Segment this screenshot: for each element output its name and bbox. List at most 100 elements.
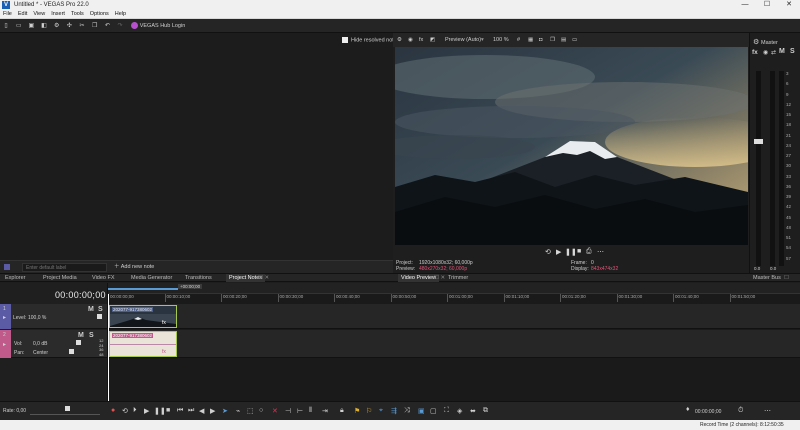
close-button[interactable]: ✕	[778, 0, 800, 10]
next-frame-icon[interactable]: ▶	[210, 407, 215, 415]
render-icon[interactable]: ◧	[40, 22, 48, 30]
master-automation-icon[interactable]: ◉	[763, 49, 768, 56]
tab-explorer[interactable]: Explorer	[5, 274, 25, 282]
selection-tool-icon[interactable]: ⬚	[247, 407, 254, 415]
timeline[interactable]: +00:00;00 00:00:00;00 00:00:10;00 00:00:20…	[108, 283, 800, 401]
snapshot-icon[interactable]: ◘	[539, 36, 542, 44]
group-icon[interactable]: ▣	[418, 407, 425, 415]
undo-icon[interactable]: ↶	[103, 22, 111, 30]
crossfade-icon[interactable]: ⤨	[404, 407, 410, 415]
close-preview-tab-icon[interactable]: ☐ ✕	[434, 274, 445, 282]
audio-track-expand-icon[interactable]: ▸	[3, 341, 6, 348]
vegas-hub-icon[interactable]	[130, 22, 138, 29]
new-project-icon[interactable]: ▯	[2, 22, 10, 30]
tab-media-generator[interactable]: Media Generator	[131, 274, 172, 282]
copy-icon[interactable]: ❐	[91, 22, 99, 30]
previous-frame-icon[interactable]: ◀	[199, 407, 204, 415]
audio-clip-fx-icon[interactable]: fx	[162, 349, 166, 355]
play-icon[interactable]: ▶	[144, 407, 149, 415]
zoom-dropdown[interactable]: 100 %	[493, 36, 509, 44]
clip-fx-icon[interactable]: fx	[162, 320, 166, 326]
pause-icon[interactable]: ❚❚	[565, 248, 577, 256]
audio-vol-slider-handle[interactable]	[76, 340, 81, 345]
preview-copy-icon[interactable]: ◉	[408, 36, 413, 44]
rate-slider-handle[interactable]	[65, 406, 70, 411]
preview-device-icon[interactable]: ⎙	[586, 248, 592, 256]
adjust-size-icon[interactable]: ▤	[561, 36, 566, 44]
tab-video-preview[interactable]: Video Preview	[398, 274, 440, 282]
time-display-icon[interactable]: ⏱	[738, 407, 743, 415]
menu-edit[interactable]: Edit	[15, 10, 30, 19]
audio-track-header[interactable]: 2 ▸ Vol: 0,0 dB Pan: Center M S 12 24 36 48	[0, 330, 107, 358]
audio-solo-button[interactable]: S	[89, 332, 94, 339]
master-settings-gear-icon[interactable]: ⚙	[753, 38, 759, 46]
stop-icon[interactable]: ■	[166, 407, 170, 414]
close-master-tab-icon[interactable]: ☐	[784, 274, 789, 282]
video-track-lane[interactable]: 202077-917380602 fx	[108, 304, 800, 329]
go-to-end-icon[interactable]: ⏭	[188, 407, 194, 415]
auto-ripple-icon[interactable]: ⇶	[391, 407, 397, 415]
video-clip[interactable]: 202077-917380602 fx	[109, 305, 177, 328]
tab-video-fx[interactable]: Video FX	[92, 274, 115, 282]
playhead-cursor[interactable]	[108, 294, 109, 401]
master-fx-button[interactable]: fx	[752, 49, 758, 56]
cut-icon[interactable]: ✂	[78, 22, 86, 30]
video-track-header[interactable]: 1 ▸ Level: 100,0 % M S	[0, 304, 107, 329]
go-to-start-icon[interactable]: ⏮	[177, 407, 183, 415]
audio-mute-button[interactable]: M	[78, 332, 84, 339]
default-label-input[interactable]	[22, 263, 107, 272]
time-ruler[interactable]: 00:00:00;00 00:00:10;00 00:00:20;00 00:00:3…	[108, 283, 800, 304]
properties-gear-icon[interactable]: ⚙	[53, 22, 61, 30]
video-track-expand-icon[interactable]: ▸	[3, 314, 6, 321]
tab-transitions[interactable]: Transitions	[185, 274, 212, 282]
menu-help[interactable]: Help	[112, 10, 129, 19]
plugin-manager-icon[interactable]: ✣	[65, 22, 73, 30]
add-new-note-button[interactable]: ＋ Add new note	[114, 263, 154, 272]
envelope-tool-icon[interactable]: ⌁	[236, 407, 240, 415]
trim-start-icon[interactable]: ⊢	[297, 407, 303, 415]
video-level-slider-handle[interactable]	[97, 314, 102, 319]
track-motion-icon[interactable]: ⬌	[470, 407, 476, 415]
menu-view[interactable]: View	[30, 10, 48, 19]
stop-icon[interactable]: ■	[577, 248, 581, 255]
trim-icon[interactable]: ⊣	[285, 407, 291, 415]
master-solo-button[interactable]: S	[790, 48, 795, 55]
record-icon[interactable]: ●	[111, 407, 115, 414]
maximize-button[interactable]: ☐	[756, 0, 778, 10]
play-icon[interactable]: ▶	[556, 248, 561, 256]
video-solo-button[interactable]: S	[98, 306, 103, 313]
copy-snapshot-icon[interactable]: ❐	[550, 36, 555, 44]
vegas-hub-login-link[interactable]: VEGAS Hub Login	[140, 23, 186, 29]
split-icon[interactable]: ⫴	[309, 407, 312, 415]
delete-icon[interactable]: ✕	[272, 407, 278, 415]
snap-icon[interactable]: ⌖	[379, 407, 383, 415]
preview-menu-icon[interactable]: ▭	[572, 36, 577, 44]
loop-icon[interactable]: ⟲	[545, 248, 551, 256]
preview-quality-dropdown[interactable]: Preview (Auto)	[445, 36, 481, 44]
master-mute-button[interactable]: M	[779, 48, 785, 55]
master-route-icon[interactable]: ⇄	[771, 49, 776, 56]
tab-trimmer[interactable]: Trimmer	[448, 274, 468, 282]
more-options-icon[interactable]: ⋯	[764, 407, 771, 415]
lock-icon[interactable]: 🔒︎	[340, 407, 344, 415]
loop-playback-icon[interactable]: ⟲	[122, 407, 128, 415]
menu-options[interactable]: Options	[87, 10, 112, 19]
open-icon[interactable]: ▭	[15, 22, 23, 30]
normal-edit-tool-icon[interactable]: ➤	[222, 407, 228, 415]
hide-resolved-toggle[interactable]: Hide resolved notes	[342, 37, 400, 43]
tab-project-media[interactable]: Project Media	[43, 274, 77, 282]
menu-insert[interactable]: Insert	[48, 10, 68, 19]
audio-pan-slider-handle[interactable]	[69, 349, 74, 354]
save-icon[interactable]: ▣	[27, 22, 35, 30]
media-fx-icon[interactable]: ◈	[457, 407, 462, 415]
audio-track-lane[interactable]: 202077-917380602 fx	[108, 330, 800, 358]
preview-settings-gear-icon[interactable]: ⚙	[397, 36, 402, 44]
region-icon[interactable]: ⚐	[366, 407, 372, 415]
multicam-icon[interactable]: ⧉	[483, 407, 488, 415]
zoom-tool-icon[interactable]: ○	[259, 407, 263, 414]
play-from-start-icon[interactable]: ⏵	[133, 407, 137, 415]
video-mute-button[interactable]: M	[88, 306, 94, 313]
dropdown-chevron-icon[interactable]: ▾	[481, 36, 484, 44]
label-color-swatch[interactable]	[4, 264, 10, 270]
menu-tools[interactable]: Tools	[68, 10, 87, 19]
